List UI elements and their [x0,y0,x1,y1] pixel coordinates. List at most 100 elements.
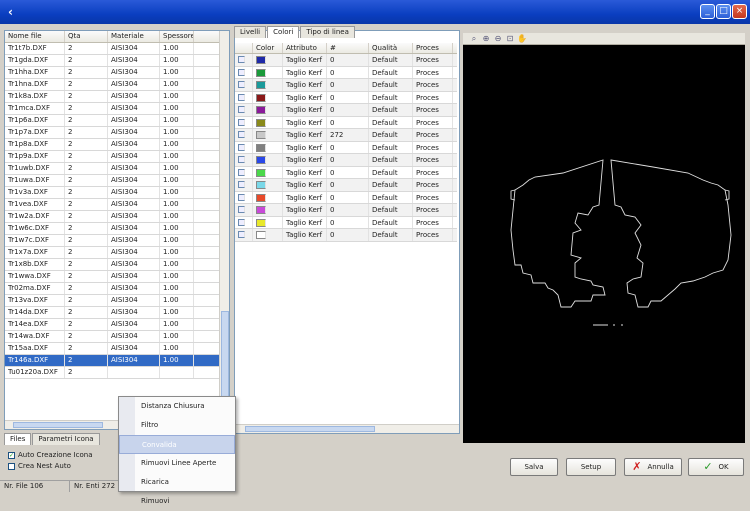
menu-item-rimuovi-linee-aperte[interactable]: Rimuovi Linee Aperte [119,454,235,473]
zoom-window-icon[interactable]: ⌕ [469,34,479,44]
color-row[interactable]: ✓ Taglio Kerf272DefaultProces [235,129,457,142]
file-row[interactable]: Tr1x7a.DXF 2 AISI304 1.00 [5,247,229,259]
file-row[interactable]: Tr1uwa.DXF 2 AISI304 1.00 [5,175,229,187]
color-row[interactable]: ✓ Taglio Kerf0DefaultProces [235,191,457,204]
column-header[interactable]: Qualità [369,43,413,53]
file-row[interactable]: Tr1vea.DXF 2 AISI304 1.00 [5,199,229,211]
horizontal-scrollbar[interactable] [235,424,459,433]
enable-checkbox[interactable]: ✓ [238,218,245,226]
file-row[interactable]: Tr1uwb.DXF 2 AISI304 1.00 [5,163,229,175]
enable-checkbox[interactable]: ✓ [238,56,245,63]
file-row[interactable]: Tr1w2a.DXF 2 AISI304 1.00 [5,211,229,223]
menu-item-rimuovi[interactable]: Rimuovi [119,492,235,511]
tab-parametri-icona[interactable]: Parametri Icona [32,433,100,445]
cancel-button[interactable]: ✗ Annulla [624,458,682,476]
enable-checkbox[interactable]: ✓ [238,131,245,138]
file-row[interactable]: Tr1gda.DXF 2 AISI304 1.00 [5,55,229,67]
file-row[interactable]: Tr15aa.DXF 2 AISI304 1.00 [5,343,229,355]
file-row[interactable]: Tr1v3a.DXF 2 AISI304 1.00 [5,187,229,199]
menu-item-filtro[interactable]: Filtro [119,416,235,435]
color-swatch[interactable] [256,168,266,177]
color-row[interactable]: ✓ Taglio Kerf0DefaultProces [235,104,457,117]
ok-button[interactable]: ✓ OK [688,458,744,476]
color-row[interactable]: ✓ Taglio Kerf0DefaultProces [235,166,457,179]
maximize-icon[interactable]: □ [716,4,731,19]
file-row[interactable]: Tr13va.DXF 2 AISI304 1.00 [5,295,229,307]
color-swatch[interactable] [256,206,266,214]
color-swatch[interactable] [256,93,266,102]
app-icon[interactable]: ‹ [8,5,13,19]
enable-checkbox[interactable]: ✓ [238,106,245,113]
file-row[interactable]: Tr1wwa.DXF 2 AISI304 1.00 [5,271,229,283]
file-row[interactable]: Tr1t7b.DXF 2 AISI304 1.00 [5,43,229,55]
enable-checkbox[interactable]: ✓ [238,206,245,213]
column-header[interactable]: Color [253,43,283,53]
drawing-canvas[interactable] [463,45,745,443]
scroll-thumb[interactable] [245,426,375,432]
file-row[interactable]: Tr1hna.DXF 2 AISI304 1.00 [5,79,229,91]
color-swatch[interactable] [256,193,266,202]
column-header[interactable]: Nome file [5,31,65,42]
enable-checkbox[interactable]: ✓ [238,156,245,163]
enable-checkbox[interactable]: ✓ [238,81,245,88]
enable-checkbox[interactable]: ✓ [238,93,245,101]
setup-button[interactable]: Setup [566,458,616,476]
menu-item-convalida[interactable]: Convalida [119,435,235,454]
file-row[interactable]: Tr1p9a.DXF 2 AISI304 1.00 [5,151,229,163]
minimize-icon[interactable]: _ [700,4,715,19]
color-swatch[interactable] [256,81,266,89]
checkbox[interactable] [8,462,15,470]
column-header[interactable]: Attributo [283,43,327,53]
vertical-scrollbar[interactable] [219,31,229,421]
color-swatch[interactable] [256,106,266,114]
file-row[interactable]: Tr1mca.DXF 2 AISI304 1.00 [5,103,229,115]
color-row[interactable]: ✓ Taglio Kerf0DefaultProces [235,229,457,242]
tab-files[interactable]: Files [4,433,32,445]
color-row[interactable]: ✓ Taglio Kerf0DefaultProces [235,91,457,104]
tab-livelli[interactable]: Livelli [234,26,267,38]
save-button[interactable]: Salva [510,458,558,476]
color-row[interactable]: ✓ Taglio Kerf0DefaultProces [235,116,457,129]
menu-item-ricarica[interactable]: Ricarica [119,473,235,492]
enable-checkbox[interactable]: ✓ [238,68,245,76]
file-row[interactable]: Tu01z20a.DXF 2 [5,367,229,379]
column-header[interactable]: Qta [65,31,108,42]
file-row[interactable]: Tr14da.DXF 2 AISI304 1.00 [5,307,229,319]
checkbox[interactable]: ✓ [8,451,15,459]
file-row[interactable]: Tr1p6a.DXF 2 AISI304 1.00 [5,115,229,127]
color-row[interactable]: ✓ Taglio Kerf0DefaultProces [235,54,457,67]
menu-item-distanza-chiusura[interactable]: Distanza Chiusura [119,397,235,416]
color-swatch[interactable] [256,231,266,239]
column-header[interactable]: # [327,43,369,53]
file-row[interactable]: Tr1p8a.DXF 2 AISI304 1.00 [5,139,229,151]
color-row[interactable]: ✓ Taglio Kerf0DefaultProces [235,179,457,192]
file-row[interactable]: Tr1w7c.DXF 2 AISI304 1.00 [5,235,229,247]
tab-colori[interactable]: Colori [267,26,300,38]
enable-checkbox[interactable]: ✓ [238,168,245,176]
color-swatch[interactable] [256,143,266,152]
color-swatch[interactable] [256,131,266,139]
file-row[interactable]: Tr146a.DXF 2 AISI304 1.00 [5,355,229,367]
close-icon[interactable]: × [732,4,747,19]
file-row[interactable]: Tr02ma.DXF 2 AISI304 1.00 [5,283,229,295]
scroll-thumb[interactable] [13,422,103,428]
color-row[interactable]: ✓ Taglio Kerf0DefaultProces [235,204,457,217]
color-row[interactable]: ✓ Taglio Kerf0DefaultProces [235,154,457,167]
option-auto-icon[interactable]: ✓ Auto Creazione Icona [8,450,92,460]
file-row[interactable]: Tr1w6c.DXF 2 AISI304 1.00 [5,223,229,235]
zoom-out-icon[interactable]: ⊖ [493,34,503,44]
file-row[interactable]: Tr1p7a.DXF 2 AISI304 1.00 [5,127,229,139]
file-row[interactable]: Tr14wa.DXF 2 AISI304 1.00 [5,331,229,343]
file-row[interactable]: Tr14ea.DXF 2 AISI304 1.00 [5,319,229,331]
column-header[interactable]: Materiale [108,31,160,42]
pan-icon[interactable]: ✋ [517,34,527,44]
enable-checkbox[interactable]: ✓ [238,143,245,151]
color-swatch[interactable] [256,156,266,164]
option-nest-auto[interactable]: Crea Nest Auto [8,461,92,471]
tab-tipo-di-linea[interactable]: Tipo di linea [300,26,355,38]
color-row[interactable]: ✓ Taglio Kerf0DefaultProces [235,141,457,154]
color-row[interactable]: ✓ Taglio Kerf0DefaultProces [235,66,457,79]
color-swatch[interactable] [256,181,266,189]
enable-checkbox[interactable]: ✓ [238,181,245,188]
color-row[interactable]: ✓ Taglio Kerf0DefaultProces [235,79,457,92]
